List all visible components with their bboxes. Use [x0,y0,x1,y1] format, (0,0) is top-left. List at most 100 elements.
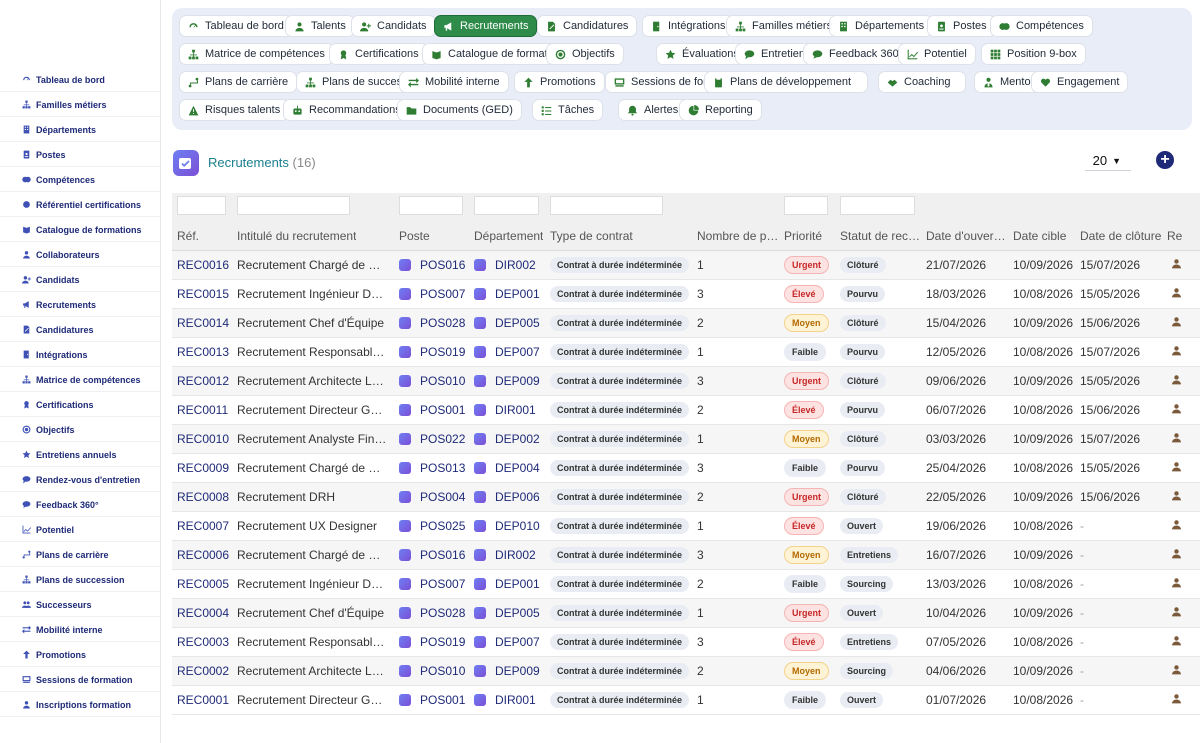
header-poste[interactable]: Poste [399,229,430,243]
poste-cell[interactable]: POS016 [399,541,469,569]
department-cell[interactable]: DIR002 [474,251,544,279]
table-row[interactable]: REC0015 Recrutement Ingénieur Dév… POS007 D… [172,280,1200,309]
poste-link[interactable]: POS010 [420,374,465,388]
table-row[interactable]: REC0012 Recrutement Architecte Logi… POS01… [172,367,1200,396]
department-link[interactable]: DEP007 [495,635,540,649]
nav-button-0-0[interactable]: Tableau de bord [179,15,293,37]
poste-link[interactable]: POS007 [420,577,465,591]
sidebar-item-24[interactable]: Sessions de formation [0,668,160,692]
department-cell[interactable]: DEP001 [474,570,544,598]
header-department[interactable]: Département [474,229,543,243]
sidebar-item-0[interactable]: Tableau de bord [0,68,160,92]
poste-cell[interactable]: POS025 [399,512,469,540]
header-open-date[interactable]: Date d'ouver… [926,229,1006,243]
department-cell[interactable]: DEP007 [474,628,544,656]
ref-link[interactable]: REC0014 [177,309,235,337]
responsible-cell[interactable] [1166,367,1186,395]
table-row[interactable]: REC0001 Recrutement Directeur Gén… POS001 D… [172,686,1200,715]
nav-button-2-5[interactable]: Plans de développement [704,71,868,93]
poste-link[interactable]: POS028 [420,316,465,330]
table-row[interactable]: REC0008 Recrutement DRH POS004 DEP006 Contra… [172,483,1200,512]
header-target-date[interactable]: Date cible [1013,229,1066,243]
table-row[interactable]: REC0006 Recrutement Chargé de Co… POS016 DI… [172,541,1200,570]
nav-button-3-3[interactable]: Tâches [532,99,604,121]
ref-link[interactable]: REC0013 [177,338,235,366]
ref-link[interactable]: REC0008 [177,483,235,511]
poste-link[interactable]: POS028 [420,606,465,620]
sidebar-item-23[interactable]: Promotions [0,643,160,667]
sidebar-item-22[interactable]: Mobilité interne [0,618,160,642]
department-link[interactable]: DIR001 [495,403,536,417]
department-link[interactable]: DIR002 [495,548,536,562]
sidebar-item-8[interactable]: Candidats [0,268,160,292]
responsible-cell[interactable] [1166,425,1186,453]
table-row[interactable]: REC0004 Recrutement Chef d'Équipe POS028 DE… [172,599,1200,628]
sidebar-item-15[interactable]: Entretiens annuels [0,443,160,467]
poste-link[interactable]: POS001 [420,403,465,417]
nav-button-2-6[interactable]: Coaching [878,71,966,93]
poste-cell[interactable]: POS028 [399,599,469,627]
department-link[interactable]: DEP005 [495,606,540,620]
nav-button-0-1[interactable]: Talents [285,15,355,37]
ref-link[interactable]: REC0001 [177,686,235,714]
header-positions-count[interactable]: Nombre de p… [697,229,777,243]
table-row[interactable]: REC0011 Recrutement Directeur Gén… POS001 D… [172,396,1200,425]
responsible-cell[interactable] [1166,454,1186,482]
poste-cell[interactable]: POS004 [399,483,469,511]
department-cell[interactable]: DEP001 [474,280,544,308]
responsible-cell[interactable] [1166,570,1186,598]
department-cell[interactable]: DEP006 [474,483,544,511]
nav-button-3-0[interactable]: Risques talents [179,99,290,121]
responsible-cell[interactable] [1166,309,1186,337]
sidebar-item-4[interactable]: Compétences [0,168,160,192]
department-cell[interactable]: DEP004 [474,454,544,482]
responsible-cell[interactable] [1166,628,1186,656]
department-cell[interactable]: DEP002 [474,425,544,453]
nav-button-2-3[interactable]: Promotions [514,71,605,93]
sidebar-item-13[interactable]: Certifications [0,393,160,417]
responsible-cell[interactable] [1166,396,1186,424]
header-title[interactable]: Intitulé du recrutement [237,229,356,243]
nav-button-3-2[interactable]: Documents (GED) [397,99,522,121]
responsible-cell[interactable] [1166,541,1186,569]
poste-link[interactable]: POS016 [420,548,465,562]
table-row[interactable]: REC0010 Recrutement Analyste Finan… POS022… [172,425,1200,454]
filter-poste-input[interactable] [399,196,463,215]
sidebar-item-12[interactable]: Matrice de compétences [0,368,160,392]
ref-link[interactable]: REC0012 [177,367,235,395]
ref-link[interactable]: REC0005 [177,570,235,598]
poste-cell[interactable]: POS001 [399,396,469,424]
nav-button-3-5[interactable]: Reporting [679,99,762,121]
department-link[interactable]: DEP009 [495,664,540,678]
nav-button-0-5[interactable]: Intégrations [642,15,735,37]
department-cell[interactable]: DEP010 [474,512,544,540]
nav-button-1-8[interactable]: Position 9-box [981,43,1086,65]
filter-title-input[interactable] [237,196,350,215]
nav-button-0-7[interactable]: Départements [829,15,934,37]
nav-button-1-1[interactable]: Certifications [329,43,428,65]
poste-cell[interactable]: POS016 [399,251,469,279]
department-cell[interactable]: DEP007 [474,338,544,366]
table-row[interactable]: REC0003 Recrutement Responsable … POS019 DE… [172,628,1200,657]
nav-button-0-9[interactable]: Compétences [990,15,1093,37]
filter-status-input[interactable] [840,196,915,215]
table-row[interactable]: REC0016 Recrutement Chargé de Co… POS016 DI… [172,251,1200,280]
poste-cell[interactable]: POS001 [399,686,469,714]
department-link[interactable]: DEP002 [495,432,540,446]
ref-link[interactable]: REC0015 [177,280,235,308]
department-link[interactable]: DEP004 [495,461,540,475]
responsible-cell[interactable] [1166,512,1186,540]
filter-ref-input[interactable] [177,196,226,215]
department-cell[interactable]: DEP009 [474,367,544,395]
sidebar-item-11[interactable]: Intégrations [0,343,160,367]
department-cell[interactable]: DIR001 [474,396,544,424]
ref-link[interactable]: REC0009 [177,454,235,482]
ref-link[interactable]: REC0007 [177,512,235,540]
ref-link[interactable]: REC0002 [177,657,235,685]
poste-cell[interactable]: POS019 [399,338,469,366]
filter-dept-input[interactable] [474,196,539,215]
nav-button-0-2[interactable]: Candidats [351,15,436,37]
header-status[interactable]: Statut de rec… [840,229,920,243]
nav-button-1-3[interactable]: Objectifs [546,43,624,65]
sidebar-item-14[interactable]: Objectifs [0,418,160,442]
